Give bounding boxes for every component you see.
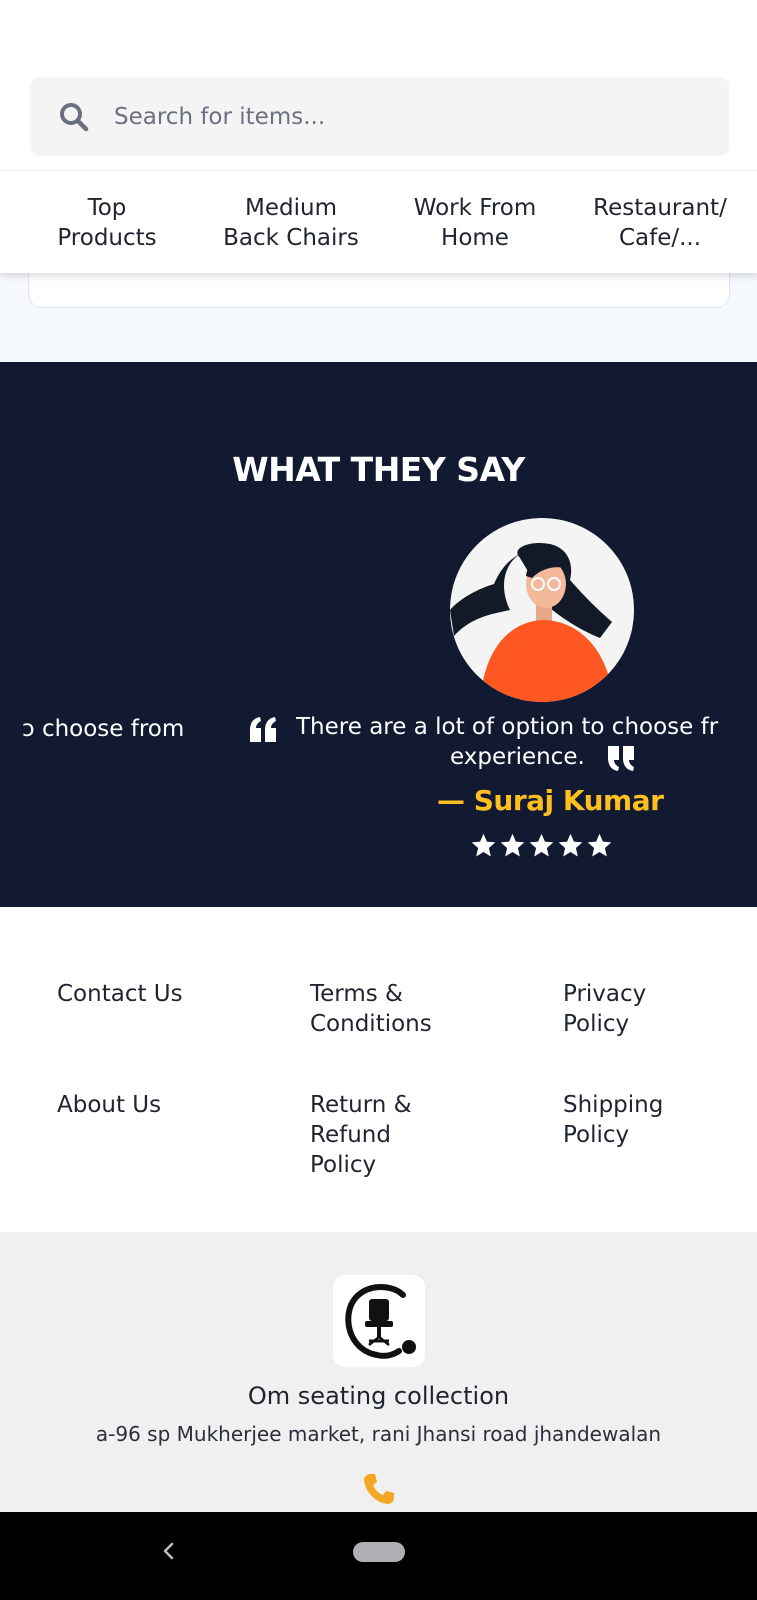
testimonial-author: — Suraj Kumar [437,784,664,817]
footer-link-label: Contact Us [57,981,183,1007]
woman-avatar-illustration [450,518,634,702]
footer-link-label: Terms & [310,981,403,1007]
footer-link-label: Conditions [310,1011,432,1037]
testimonials-section: WHAT THEY SAY ɔ choose from There are a … [0,362,757,907]
category-label-line2: Cafe/... [618,225,702,251]
footer-link-label: About Us [57,1092,162,1118]
company-address: a-96 sp Mukherjee market, rani Jhansi ro… [95,1422,662,1446]
chevron-left-icon[interactable] [152,1534,186,1568]
category-label-line2: Back Chairs [223,225,359,251]
footer-link-contact-us[interactable]: Contact Us [57,979,227,1009]
category-label-line2: Home [441,225,509,251]
category-tab-top-products[interactable]: Top Products [32,193,182,253]
footer-link-label: Policy [563,1122,630,1148]
star-icon [500,833,525,857]
search-icon [60,103,89,132]
products-section [0,263,757,362]
footer-link-label: Privacy [563,981,647,1007]
office-chair-logo-icon [345,1283,416,1359]
company-info: Om seating collection a-96 sp Mukherjee … [0,1232,757,1512]
category-tab-medium-back-chairs[interactable]: Medium Back Chairs [208,193,374,253]
category-label-line2: Products [57,225,157,251]
section-title: WHAT THEY SAY [232,450,525,489]
search-bar[interactable] [30,77,729,156]
category-label-line1: Work From [413,195,537,221]
home-pill-button[interactable] [353,1542,405,1562]
quote-open-icon [250,717,276,742]
previous-testimonial-fragment: ɔ choose from [22,716,185,742]
category-label-line1: Medium [245,195,337,221]
footer-link-label: Policy [310,1152,377,1178]
star-icon [471,833,496,857]
footer-link-about-us[interactable]: About Us [57,1090,227,1120]
star-icon [587,833,612,857]
footer-link-label: Return & [310,1092,412,1118]
company-logo [333,1275,425,1367]
avatar [450,518,634,702]
testimonial-quote-end: experience. [450,744,585,770]
star-icon [529,833,554,857]
category-label-line1: Restaurant/ [593,195,727,221]
quote-close-icon [608,746,634,771]
company-name: Om seating collection [247,1382,510,1410]
footer-link-label: Refund [310,1122,391,1148]
category-label-line1: Top [87,195,127,221]
system-navigation-bar [0,1512,757,1600]
rating-stars [470,832,613,859]
testimonial-quote: There are a lot of option to choose fr [296,714,719,740]
footer-link-shipping-policy[interactable]: Shipping Policy [563,1090,733,1150]
footer-links: Contact Us Terms & Conditions Privacy Po… [0,907,757,1232]
footer-link-return-refund[interactable]: Return & Refund Policy [310,1090,480,1180]
footer-link-terms[interactable]: Terms & Conditions [310,979,480,1039]
category-tab-work-from-home[interactable]: Work From Home [398,193,552,253]
category-tab-restaurant-cafe[interactable]: Restaurant/ Cafe/... [580,193,740,253]
footer-link-privacy-policy[interactable]: Privacy Policy [563,979,733,1039]
category-tabs: Top Products Medium Back Chairs Work Fro… [0,170,757,273]
footer-link-label: Policy [563,1011,630,1037]
phone-icon[interactable] [362,1472,396,1506]
search-input[interactable] [114,77,694,156]
star-icon [558,833,583,857]
footer-link-label: Shipping [563,1092,664,1118]
